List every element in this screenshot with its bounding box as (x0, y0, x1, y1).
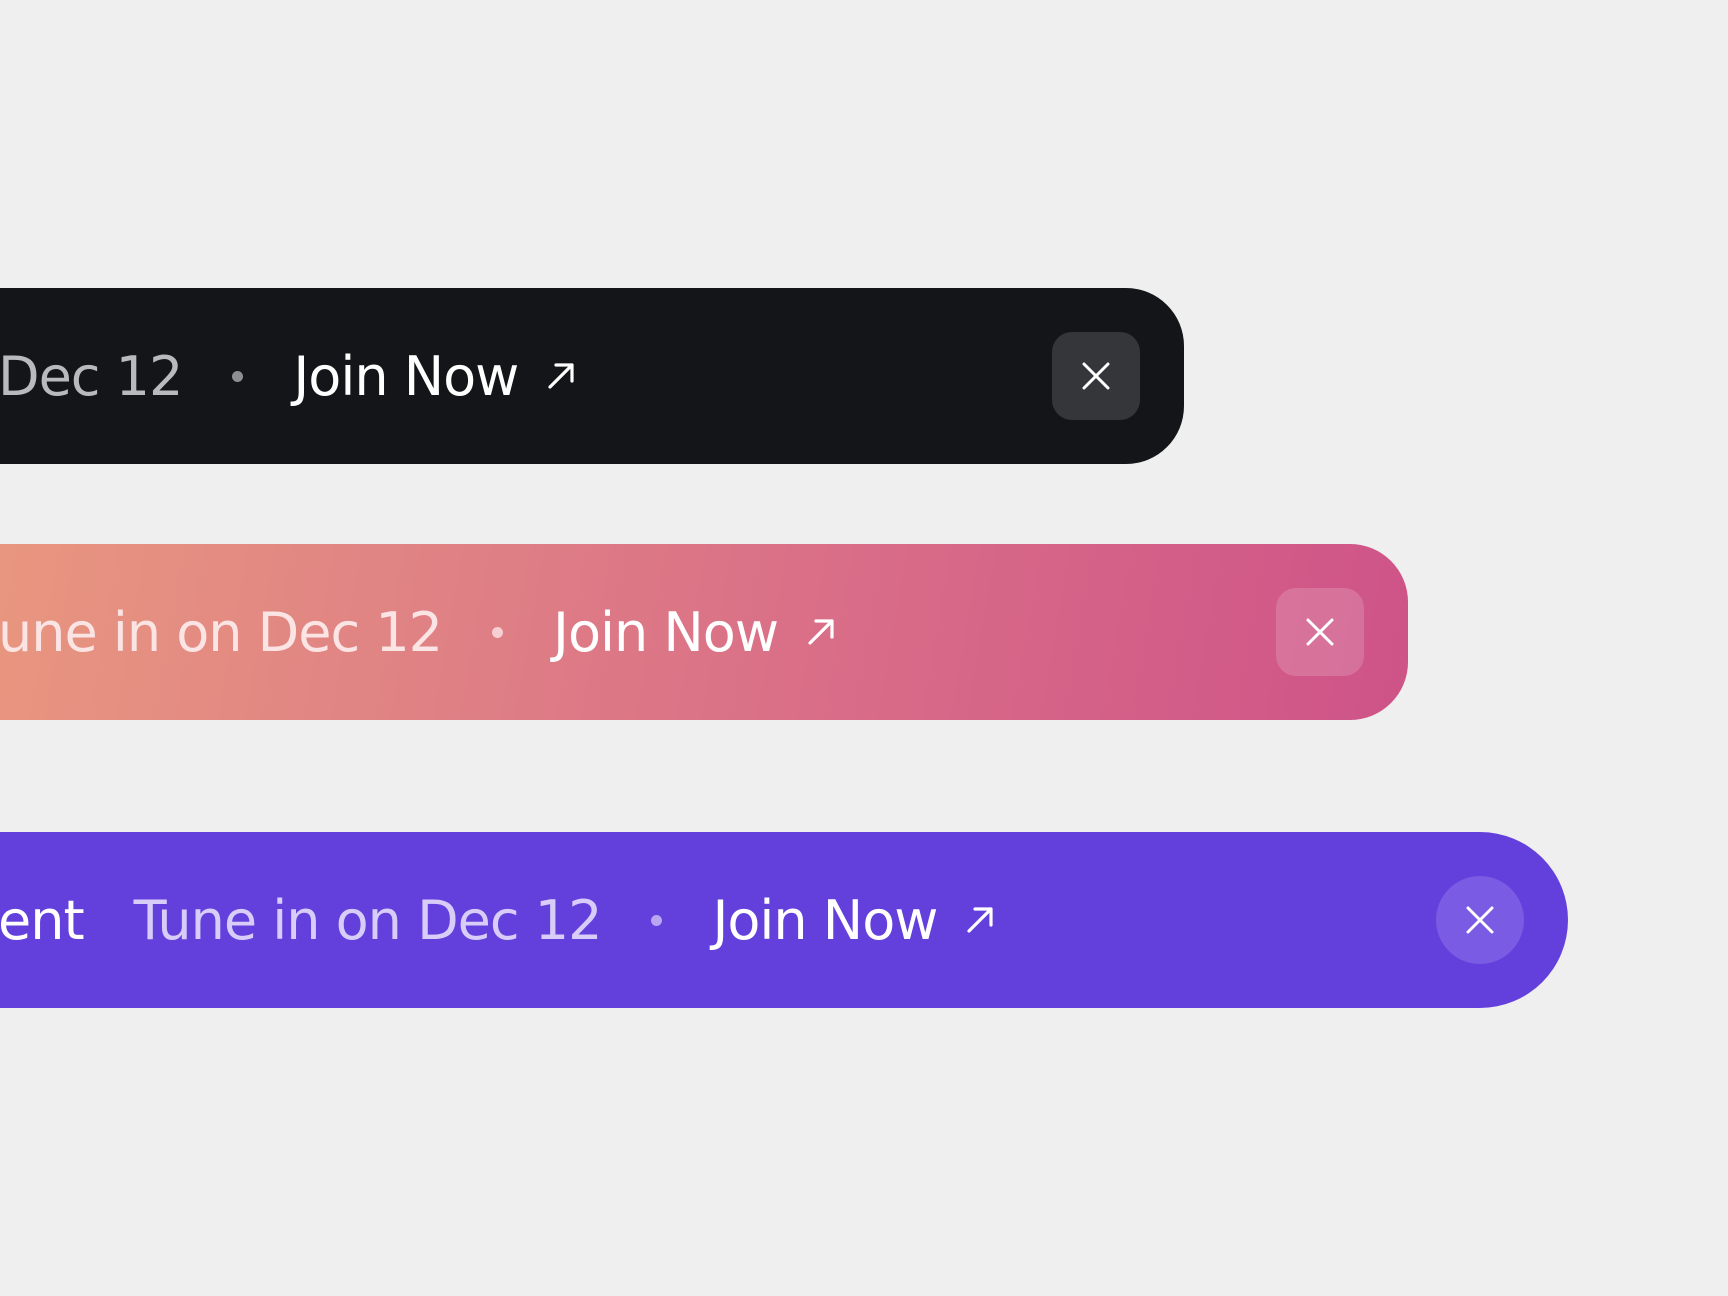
close-button[interactable] (1052, 332, 1140, 420)
separator-dot (651, 914, 663, 926)
join-now-label: Join Now (293, 344, 519, 408)
join-now-link[interactable]: Join Now (553, 601, 836, 664)
join-now-link[interactable]: Join Now (293, 345, 576, 408)
join-now-link[interactable]: Join Now (712, 889, 995, 952)
event-date-text: Tune in on Dec 12 (133, 888, 603, 952)
separator-dot (492, 626, 504, 638)
close-button[interactable] (1436, 876, 1524, 964)
arrow-up-right-icon (548, 363, 574, 389)
arrow-up-right-icon (967, 907, 994, 933)
announcement-banner-dark: Dec 12 Join Now (0, 288, 1184, 464)
join-now-label: Join Now (553, 600, 779, 664)
banner-content: Dec 12 Join Now (0, 288, 576, 464)
event-label-text: ent (0, 888, 85, 952)
banner-content: une in on Dec 12 Join Now (0, 544, 836, 720)
close-button[interactable] (1276, 588, 1364, 676)
canvas: Dec 12 Join Now une in on Dec 12 Join No… (0, 0, 1728, 1296)
arrow-up-right-icon (808, 619, 834, 645)
close-icon (1466, 906, 1494, 934)
announcement-banner-purple: ent Tune in on Dec 12 Join Now (0, 832, 1568, 1008)
separator-dot (232, 370, 244, 382)
announcement-banner-gradient: une in on Dec 12 Join Now (0, 544, 1408, 720)
banner-content: ent Tune in on Dec 12 Join Now (0, 832, 995, 1008)
close-icon (1082, 362, 1110, 390)
close-icon (1306, 618, 1334, 646)
event-date-text: Dec 12 (0, 344, 183, 408)
event-date-text: une in on Dec 12 (0, 600, 443, 664)
join-now-label: Join Now (712, 888, 938, 952)
